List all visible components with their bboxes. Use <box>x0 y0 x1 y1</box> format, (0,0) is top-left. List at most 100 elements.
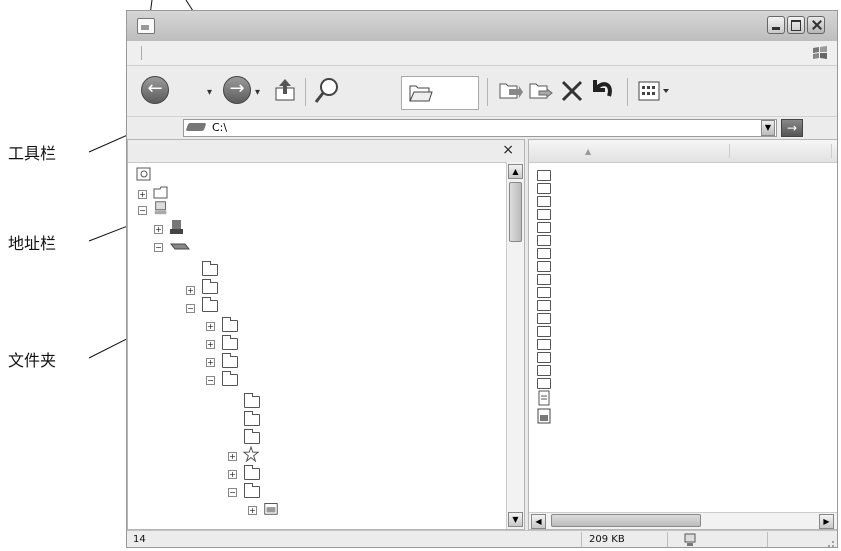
delete-icon[interactable] <box>559 76 585 106</box>
folder-icon[interactable] <box>537 235 551 246</box>
resize-grip-icon[interactable] <box>823 536 835 548</box>
status-separator <box>767 532 768 547</box>
folder-icon[interactable] <box>222 371 238 386</box>
forward-arrow-icon: → <box>229 78 245 99</box>
list-horizontal-scrollbar[interactable]: ◀ ▶ <box>529 512 837 529</box>
forward-dropdown[interactable]: ▾ <box>255 87 260 117</box>
minimize-button[interactable] <box>767 16 785 34</box>
folder-icon[interactable] <box>202 279 218 294</box>
folder-icon[interactable] <box>537 300 551 311</box>
my-computer-icon[interactable] <box>152 200 170 216</box>
folder-icon[interactable] <box>537 313 551 324</box>
maximize-button[interactable] <box>787 16 805 34</box>
system-file-icon[interactable] <box>537 408 551 424</box>
desktop-icon[interactable] <box>136 166 152 182</box>
folders-button[interactable] <box>401 76 479 110</box>
folder-icon[interactable] <box>537 222 551 233</box>
undo-icon[interactable] <box>589 76 615 106</box>
tree-expander[interactable]: + <box>138 190 147 199</box>
move-to-icon[interactable] <box>497 76 523 106</box>
folder-icon[interactable] <box>244 465 260 480</box>
horizontal-scroll-thumb[interactable] <box>551 514 701 527</box>
tree-vertical-scrollbar[interactable]: ▲ ▼ <box>506 162 524 529</box>
menu-bar <box>127 41 837 66</box>
tree-expander[interactable]: + <box>206 358 215 367</box>
tree-expander[interactable]: − <box>206 376 215 385</box>
folder-icon[interactable] <box>244 483 260 498</box>
object-count: 14 <box>133 534 146 545</box>
folder-icon[interactable] <box>537 287 551 298</box>
app-icon <box>137 18 155 34</box>
status-bar: 14 209 KB <box>127 530 837 548</box>
tree-expander[interactable]: + <box>248 506 257 515</box>
tree-expander[interactable]: + <box>206 322 215 331</box>
copy-to-icon[interactable] <box>527 76 553 106</box>
scroll-left-button[interactable]: ◀ <box>531 514 546 529</box>
folder-icon[interactable] <box>244 393 260 408</box>
go-arrow-icon: → <box>786 121 798 135</box>
favorites-star-icon[interactable] <box>242 446 260 462</box>
close-folder-pane-button[interactable]: × <box>502 142 514 158</box>
go-button[interactable]: → <box>781 119 803 137</box>
folder-pane-header: × <box>128 140 524 163</box>
folder-icon[interactable] <box>537 365 551 376</box>
scroll-thumb[interactable] <box>509 182 522 242</box>
column-divider[interactable] <box>729 144 730 158</box>
address-dropdown-button[interactable]: ▼ <box>761 120 775 136</box>
address-bar: C:\ ▼ → <box>127 117 837 139</box>
forward-button[interactable]: → <box>223 76 251 104</box>
folder-icon[interactable] <box>537 352 551 363</box>
toolbar-callout: 工具栏 <box>8 144 57 163</box>
folder-icon[interactable] <box>537 326 551 337</box>
views-icon[interactable] <box>637 76 673 106</box>
tree-expander[interactable]: + <box>186 286 195 295</box>
toolbar-separator <box>627 78 628 106</box>
toolbar-separator <box>487 78 488 106</box>
status-separator <box>667 532 668 547</box>
removable-drive-icon[interactable] <box>168 219 186 235</box>
scroll-down-button[interactable]: ▼ <box>508 512 523 527</box>
folder-icon[interactable] <box>537 274 551 285</box>
tree-expander[interactable]: − <box>138 206 147 215</box>
folder-icon[interactable] <box>222 353 238 368</box>
folder-icon[interactable] <box>537 170 551 181</box>
tree-expander[interactable]: + <box>228 470 237 479</box>
scroll-up-button[interactable]: ▲ <box>508 164 523 179</box>
folder-icon[interactable] <box>202 297 218 312</box>
folder-icon[interactable] <box>537 209 551 220</box>
documents-folder-icon[interactable] <box>152 184 170 200</box>
back-dropdown[interactable]: ▾ <box>207 87 212 117</box>
folder-icon[interactable] <box>537 261 551 272</box>
close-window-button[interactable] <box>807 16 825 34</box>
folder-tree: + − + − + − + + + − + + − + <box>128 162 508 529</box>
folder-icon[interactable] <box>244 411 260 426</box>
text-file-icon[interactable] <box>537 390 551 406</box>
back-button[interactable]: ← <box>141 76 169 104</box>
folder-icon[interactable] <box>244 429 260 444</box>
folder-icon[interactable] <box>222 317 238 332</box>
column-header[interactable]: ▲ <box>529 140 837 163</box>
tree-expander[interactable]: − <box>154 243 163 252</box>
toolbar: ← ▾ → ▾ <box>127 66 837 117</box>
tree-expander[interactable]: − <box>228 488 237 497</box>
address-input[interactable]: C:\ <box>183 119 777 137</box>
tree-expander[interactable]: + <box>206 340 215 349</box>
folder-icon[interactable] <box>202 261 218 276</box>
search-icon[interactable] <box>313 76 343 106</box>
file-list-pane: ▲ ◀ ▶ <box>528 139 837 530</box>
tree-expander[interactable]: + <box>228 452 237 461</box>
column-divider[interactable] <box>831 144 832 158</box>
title-bar[interactable] <box>127 11 837 41</box>
folder-icon[interactable] <box>222 335 238 350</box>
folder-icon[interactable] <box>537 248 551 259</box>
folder-icon[interactable] <box>537 339 551 350</box>
tree-expander[interactable]: + <box>154 225 163 234</box>
hard-drive-icon[interactable] <box>168 239 190 255</box>
folder-icon[interactable] <box>537 183 551 194</box>
up-folder-icon[interactable] <box>273 76 299 106</box>
folder-icon[interactable] <box>537 196 551 207</box>
tree-expander[interactable]: − <box>186 304 195 313</box>
calendar-folder-icon[interactable] <box>262 500 280 516</box>
scroll-right-button[interactable]: ▶ <box>819 514 834 529</box>
folder-icon[interactable] <box>537 378 551 389</box>
